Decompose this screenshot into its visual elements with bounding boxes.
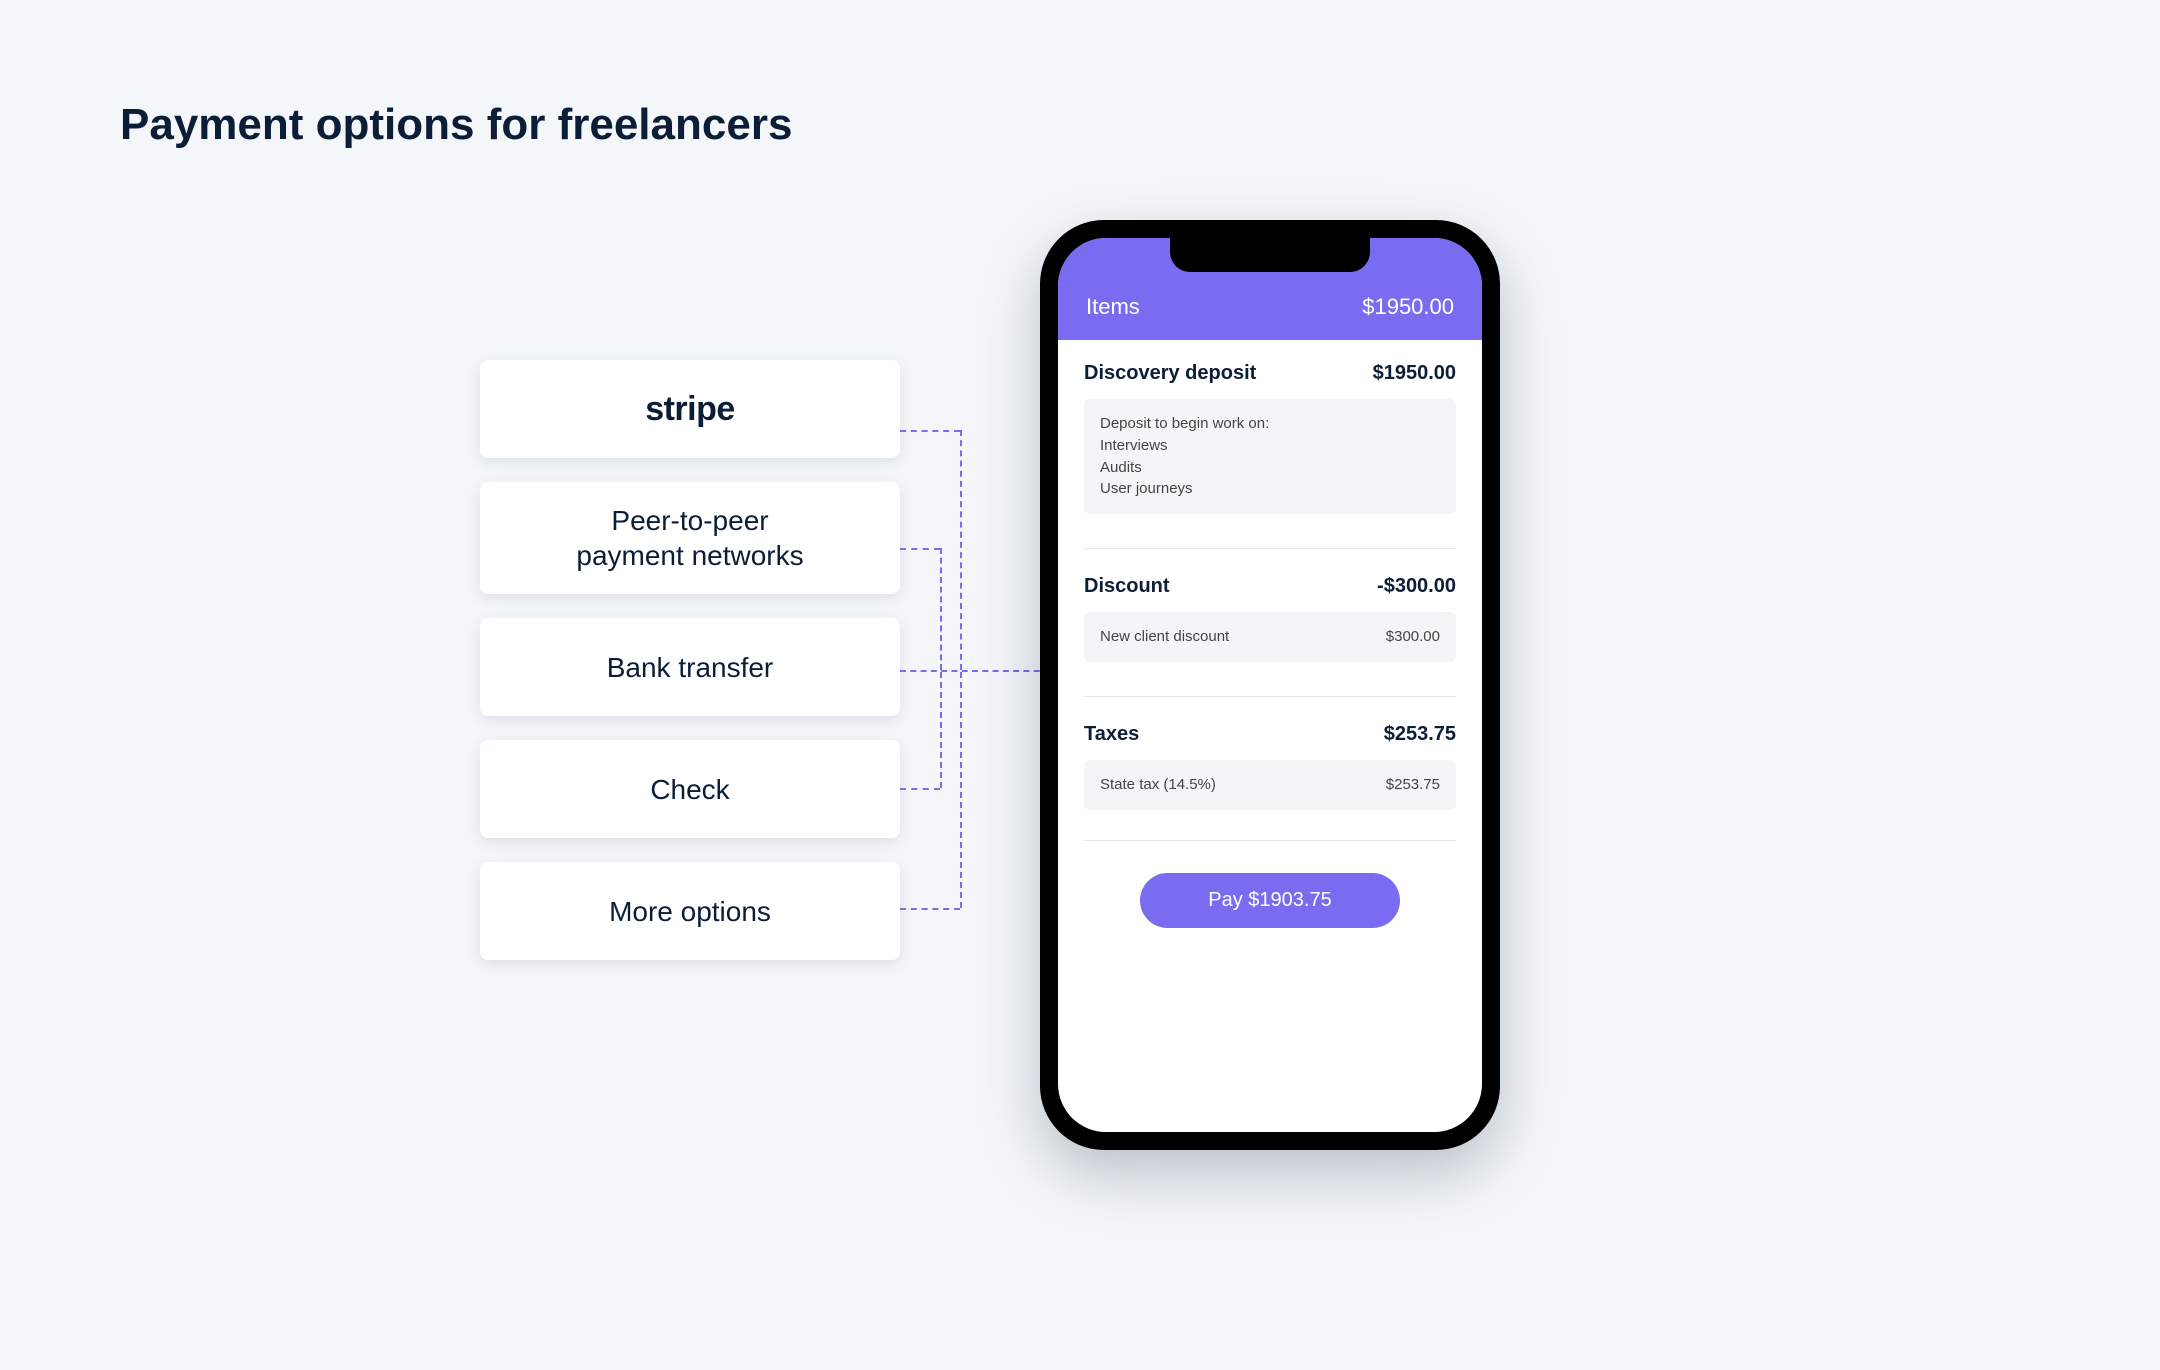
connector-line (940, 672, 942, 788)
connector-line (960, 430, 962, 670)
divider (1084, 840, 1456, 841)
option-label: payment networks (576, 538, 803, 573)
line-item-amount: $1950.00 (1373, 362, 1456, 385)
note-text: Interviews (1100, 435, 1440, 457)
connector-line (940, 548, 942, 670)
option-label: Check (650, 772, 729, 807)
page-title: Payment options for freelancers (120, 100, 792, 150)
phone-notch (1170, 238, 1370, 272)
invoice-app: Items $1950.00 Discovery deposit $1950.0… (1058, 238, 1482, 1132)
detail-amount: $253.75 (1386, 774, 1440, 796)
divider (1084, 696, 1456, 697)
option-more[interactable]: More options (480, 862, 900, 960)
deposit-note: Deposit to begin work on: Interviews Aud… (1084, 399, 1456, 514)
detail-label: New client discount (1100, 626, 1229, 648)
connector-line (900, 430, 960, 432)
line-item-title: Discount (1084, 575, 1170, 598)
divider (1084, 548, 1456, 549)
header-total: $1950.00 (1362, 294, 1454, 320)
note-text: Deposit to begin work on: (1100, 413, 1440, 435)
option-stripe[interactable]: stripe (480, 360, 900, 458)
connector-line (900, 788, 940, 790)
connector-line (900, 670, 1050, 672)
detail-amount: $300.00 (1386, 626, 1440, 648)
option-label: Bank transfer (607, 650, 774, 685)
option-check[interactable]: Check (480, 740, 900, 838)
phone-screen: Items $1950.00 Discovery deposit $1950.0… (1058, 238, 1482, 1132)
note-text: User journeys (1100, 478, 1440, 500)
line-item-title: Discovery deposit (1084, 362, 1256, 385)
option-label: Peer-to-peer (576, 503, 803, 538)
invoice-body: Discovery deposit $1950.00 Deposit to be… (1058, 340, 1482, 1132)
pay-button[interactable]: Pay $1903.75 (1140, 873, 1400, 928)
header-label: Items (1086, 294, 1140, 320)
line-item-taxes: Taxes $253.75 (1084, 723, 1456, 746)
connector-line (960, 672, 962, 908)
discount-detail: New client discount $300.00 (1084, 612, 1456, 662)
note-text: Audits (1100, 457, 1440, 479)
detail-label: State tax (14.5%) (1100, 774, 1216, 796)
line-item-amount: $253.75 (1384, 723, 1456, 746)
stripe-logo: stripe (645, 388, 735, 431)
line-item-title: Taxes (1084, 723, 1139, 746)
phone-mockup: Items $1950.00 Discovery deposit $1950.0… (1040, 220, 1500, 1150)
taxes-detail: State tax (14.5%) $253.75 (1084, 760, 1456, 810)
line-item-discount: Discount -$300.00 (1084, 575, 1456, 598)
line-item-deposit: Discovery deposit $1950.00 (1084, 362, 1456, 385)
option-label: More options (609, 894, 771, 929)
line-item-amount: -$300.00 (1377, 575, 1456, 598)
option-peer-to-peer[interactable]: Peer-to-peer payment networks (480, 482, 900, 594)
payment-options-list: stripe Peer-to-peer payment networks Ban… (480, 360, 900, 960)
connector-line (900, 908, 960, 910)
connector-line (900, 548, 940, 550)
option-bank-transfer[interactable]: Bank transfer (480, 618, 900, 716)
